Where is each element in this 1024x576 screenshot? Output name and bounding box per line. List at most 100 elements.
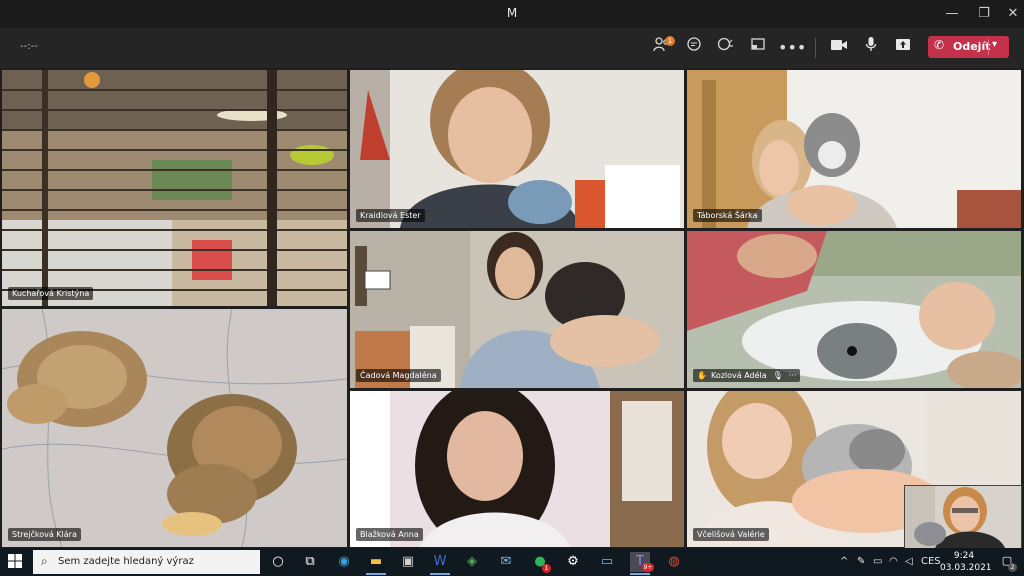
participant-name: Táborská Šárka — [693, 209, 762, 222]
active-app-indicator — [366, 573, 386, 575]
minimize-button[interactable]: — — [938, 3, 966, 25]
taskbar-store[interactable]: ▣ — [398, 552, 418, 572]
task-view-button[interactable]: ⧉ — [300, 552, 320, 572]
video-feed — [350, 231, 684, 388]
taskbar-file-explorer[interactable]: ▬ — [366, 552, 386, 572]
microphone-icon: 🎙 — [772, 371, 783, 380]
taskbar-search[interactable]: ⌕ Sem zadejte hledaný výraz — [33, 550, 260, 574]
more-icon: ••• — [778, 38, 807, 57]
meeting-timer: --:-- — [20, 41, 38, 52]
taskbar-word[interactable]: W — [430, 552, 450, 572]
camera-button[interactable] — [827, 36, 851, 60]
taskbar-mail[interactable]: ✉ — [496, 552, 516, 572]
window-icon: ▭ — [600, 554, 614, 569]
video-feed — [687, 231, 1021, 388]
raised-hand-icon: ✋ — [697, 371, 707, 380]
video-feed — [2, 70, 347, 306]
app-icon: ◈ — [467, 554, 477, 569]
raise-hand-icon — [717, 37, 733, 51]
video-tile[interactable]: Táborská Šárka — [687, 70, 1021, 228]
wifi-icon: ◠ — [889, 556, 898, 567]
video-stage: Kuchařová Kristýna Kraidlová Ester Tábor… — [0, 68, 1024, 549]
close-button[interactable]: ✕ — [999, 3, 1024, 25]
cortana-button[interactable]: ○ — [268, 552, 288, 572]
video-feed — [350, 70, 684, 228]
camera-icon — [831, 40, 847, 50]
clock-date: 03.03.2021 — [940, 563, 992, 573]
whatsapp-badge: 1 — [542, 564, 551, 573]
participant-name: Včelišová Valérie — [693, 528, 769, 541]
active-app-indicator — [630, 573, 650, 575]
gear-icon: ⚙ — [567, 554, 579, 569]
microphone-button[interactable] — [859, 36, 883, 60]
windows-taskbar: ⌕ Sem zadejte hledaný výraz ○ ⧉ ◉ ▬ ▣ W … — [0, 548, 1024, 576]
video-tile[interactable]: ✋ Kozlová Adéla 🎙 ··· — [687, 231, 1021, 388]
self-video-feed — [905, 486, 1021, 548]
participant-name: Kuchařová Kristýna — [8, 287, 94, 300]
self-view[interactable] — [904, 485, 1022, 549]
share-screen-button[interactable] — [891, 36, 915, 60]
windows-logo-icon — [8, 554, 22, 568]
folder-icon: ▬ — [369, 554, 383, 569]
store-bag-icon: ▣ — [401, 554, 415, 569]
participant-name-text: Kozlová Adéla — [710, 371, 767, 380]
mail-icon: ✉ — [500, 554, 512, 569]
speaker-icon: ◁ — [905, 556, 913, 567]
maximize-button[interactable]: ❐ — [970, 3, 998, 25]
taskbar-clock[interactable]: 9:24 03.03.2021 — [940, 550, 992, 574]
participant-name: Strejčková Klára — [8, 528, 81, 541]
pen-icon: ✎ — [857, 556, 866, 567]
more-options-icon[interactable]: ··· — [789, 371, 797, 380]
language-indicator[interactable]: CES — [921, 556, 941, 567]
tray-overflow-button[interactable]: ^ — [840, 556, 848, 567]
start-button[interactable] — [8, 554, 24, 570]
edge-icon: ◉ — [338, 554, 350, 569]
meeting-toolbar: --:-- 1 ••• ✆ Odejít ▾ — [0, 28, 1024, 68]
leave-label: Odejít — [953, 40, 991, 53]
share-screen-icon — [896, 39, 910, 50]
rooms-icon — [751, 38, 765, 50]
more-actions-button[interactable]: ••• — [778, 36, 806, 60]
taskbar-settings[interactable]: ⚙ — [563, 552, 583, 572]
microphone-icon — [865, 37, 877, 51]
participant-name: ✋ Kozlová Adéla 🎙 ··· — [693, 369, 801, 382]
video-tile[interactable]: Čadová Magdaléna — [350, 231, 684, 388]
chrome-icon: ◍ — [668, 554, 680, 569]
taskbar-app[interactable]: ◈ — [462, 552, 482, 572]
taskbar-app-2[interactable]: ▭ — [597, 552, 617, 572]
circle-icon: ○ — [272, 554, 284, 569]
window-title: M — [506, 6, 518, 20]
word-icon: W — [433, 554, 447, 569]
chevron-down-icon[interactable]: ▾ — [992, 39, 997, 50]
battery-button[interactable]: ▭ — [873, 556, 882, 567]
video-tile[interactable]: Blažková Anna — [350, 391, 684, 547]
hang-up-icon: ✆ — [934, 38, 945, 52]
participant-name: Kraidlová Ester — [356, 209, 425, 222]
reactions-button[interactable] — [714, 36, 738, 60]
taskbar-edge[interactable]: ◉ — [334, 552, 354, 572]
task-view-icon: ⧉ — [305, 554, 315, 569]
tray-app-icon[interactable]: ✎ — [857, 556, 865, 567]
taskbar-chrome[interactable]: ◍ — [664, 552, 684, 572]
volume-button[interactable]: ◁ — [905, 556, 913, 567]
video-tile[interactable]: Kuchařová Kristýna — [2, 70, 347, 306]
leave-button[interactable]: ✆ Odejít ▾ — [928, 36, 1009, 58]
toolbar-separator — [815, 38, 816, 58]
notification-count: 2 — [1008, 563, 1017, 572]
chat-icon — [687, 37, 701, 51]
video-tile[interactable]: Strejčková Klára — [2, 309, 347, 547]
search-icon: ⌕ — [41, 554, 48, 568]
teams-badge: 9+ — [642, 563, 654, 572]
battery-icon: ▭ — [873, 556, 883, 567]
chat-button[interactable] — [682, 36, 706, 60]
clock-time: 9:24 — [953, 551, 975, 561]
video-feed — [687, 70, 1021, 228]
participant-name: Blažková Anna — [356, 528, 423, 541]
video-tile[interactable]: Kraidlová Ester — [350, 70, 684, 228]
video-feed — [2, 309, 347, 547]
breakout-rooms-button[interactable] — [746, 36, 770, 60]
video-feed — [350, 391, 684, 547]
title-bar: M — ❐ ✕ — [0, 0, 1024, 28]
network-button[interactable]: ◠ — [889, 556, 898, 567]
chevron-up-icon: ^ — [840, 556, 849, 567]
